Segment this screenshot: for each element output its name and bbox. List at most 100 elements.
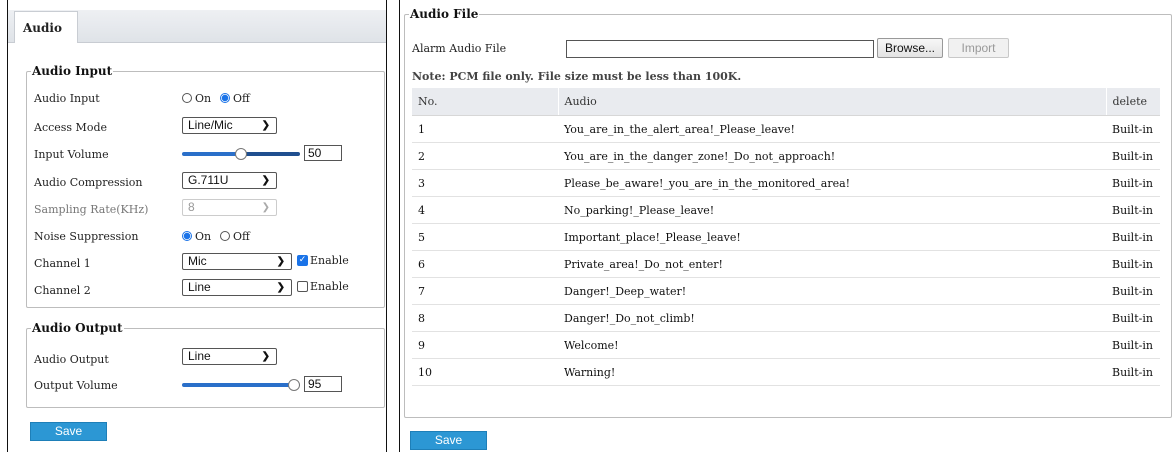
table-row[interactable]: 10 Warning! Built-in bbox=[412, 358, 1160, 386]
table-row[interactable]: 2 You_are_in_the_danger_zone!_Do_not_appr… bbox=[412, 142, 1160, 170]
input-volume-slider-thumb[interactable] bbox=[235, 148, 247, 160]
output-volume-slider-thumb[interactable] bbox=[288, 379, 301, 391]
noise-suppression-label: Noise Suppression bbox=[34, 230, 139, 243]
row-delete[interactable]: Built-in bbox=[1106, 304, 1160, 332]
audio-input-label: Audio Input bbox=[34, 92, 100, 105]
row-number: 10 bbox=[412, 358, 558, 386]
table-row[interactable]: 5 Important_place!_Please_leave! Built-in bbox=[412, 223, 1160, 251]
column-header-no: No. bbox=[412, 88, 558, 116]
row-delete[interactable]: Built-in bbox=[1106, 223, 1160, 251]
row-delete[interactable]: Built-in bbox=[1106, 358, 1160, 386]
access-mode-value: Line/Mic bbox=[188, 118, 233, 132]
channel1-value: Mic bbox=[188, 254, 207, 268]
save-button[interactable]: Save bbox=[410, 431, 487, 450]
row-number: 9 bbox=[412, 331, 558, 359]
browse-button[interactable]: Browse... bbox=[877, 38, 943, 58]
row-number: 2 bbox=[412, 142, 558, 170]
row-audio-name: Welcome! bbox=[558, 331, 1106, 359]
row-audio-name: Private_area!_Do_not_enter! bbox=[558, 250, 1106, 278]
channel2-enable-label: Enable bbox=[310, 280, 349, 293]
sampling-rate-select: 8 ❯ bbox=[182, 199, 277, 216]
chevron-down-icon: ❯ bbox=[261, 175, 270, 186]
row-number: 6 bbox=[412, 250, 558, 278]
table-row[interactable]: 3 Please_be_aware!_you_are_in_the_monitor… bbox=[412, 169, 1160, 197]
audio-output-select[interactable]: Line ❯ bbox=[182, 348, 277, 365]
row-audio-name: Danger!_Deep_water! bbox=[558, 277, 1106, 305]
channel1-select[interactable]: Mic ❯ bbox=[182, 253, 292, 270]
audio-file-table: No. Audio delete 1 You_are_in_the_alert_a… bbox=[412, 88, 1160, 386]
chevron-down-icon: ❯ bbox=[261, 202, 270, 213]
input-volume-label: Input Volume bbox=[34, 148, 109, 161]
row-number: 3 bbox=[412, 169, 558, 197]
channel2-value: Line bbox=[188, 280, 211, 294]
audio-compression-label: Audio Compression bbox=[34, 176, 143, 189]
table-row[interactable]: 7 Danger!_Deep_water! Built-in bbox=[412, 277, 1160, 305]
noise-suppression-on-radio[interactable] bbox=[182, 231, 192, 241]
row-audio-name: Warning! bbox=[558, 358, 1106, 386]
row-delete[interactable]: Built-in bbox=[1106, 331, 1160, 359]
table-row[interactable]: 6 Private_area!_Do_not_enter! Built-in bbox=[412, 250, 1160, 278]
row-delete[interactable]: Built-in bbox=[1106, 142, 1160, 170]
row-audio-name: No_parking!_Please_leave! bbox=[558, 196, 1106, 224]
audio-compression-select[interactable]: G.711U ❯ bbox=[182, 172, 277, 189]
column-header-audio: Audio bbox=[557, 88, 1106, 116]
access-mode-select[interactable]: Line/Mic ❯ bbox=[182, 117, 277, 134]
alarm-audio-file-input[interactable] bbox=[566, 40, 874, 58]
audio-output-legend: Audio Output bbox=[32, 321, 123, 335]
audio-input-on-radio[interactable] bbox=[182, 93, 192, 103]
output-volume-value[interactable]: 95 bbox=[304, 376, 342, 392]
file-format-note: Note: PCM file only. File size must be l… bbox=[412, 70, 742, 83]
channel1-enable-label: Enable bbox=[310, 254, 349, 267]
audio-output-value: Line bbox=[188, 349, 211, 363]
noise-suppression-off-label: Off bbox=[233, 230, 250, 243]
noise-suppression-on-label: On bbox=[195, 230, 212, 243]
audio-input-off-label: Off bbox=[233, 92, 250, 105]
row-delete[interactable]: Built-in bbox=[1106, 169, 1160, 197]
channel1-label: Channel 1 bbox=[34, 257, 91, 270]
sampling-rate-value: 8 bbox=[188, 200, 195, 214]
tab-audio[interactable]: Audio bbox=[14, 11, 78, 43]
audio-input-legend: Audio Input bbox=[32, 64, 113, 78]
column-header-delete: delete bbox=[1105, 88, 1160, 116]
output-volume-slider-track[interactable] bbox=[182, 383, 300, 387]
chevron-down-icon: ❯ bbox=[261, 351, 270, 362]
row-delete[interactable]: Built-in bbox=[1106, 250, 1160, 278]
row-number: 1 bbox=[412, 115, 558, 143]
channel2-label: Channel 2 bbox=[34, 284, 91, 297]
row-audio-name: Important_place!_Please_leave! bbox=[558, 223, 1106, 251]
access-mode-label: Access Mode bbox=[34, 121, 107, 134]
row-audio-name: You_are_in_the_alert_area!_Please_leave! bbox=[558, 115, 1106, 143]
audio-file-panel: Audio File Alarm Audio File Browse... Im… bbox=[399, 0, 1173, 452]
row-audio-name: Please_be_aware!_you_are_in_the_monitore… bbox=[558, 169, 1106, 197]
input-volume-value[interactable]: 50 bbox=[304, 145, 342, 161]
table-row[interactable]: 9 Welcome! Built-in bbox=[412, 331, 1160, 359]
output-volume-label: Output Volume bbox=[34, 379, 118, 392]
row-number: 5 bbox=[412, 223, 558, 251]
audio-file-legend: Audio File bbox=[410, 7, 479, 21]
chevron-down-icon: ❯ bbox=[276, 282, 285, 293]
row-number: 7 bbox=[412, 277, 558, 305]
row-number: 8 bbox=[412, 304, 558, 332]
table-row[interactable]: 8 Danger!_Do_not_climb! Built-in bbox=[412, 304, 1160, 332]
row-delete[interactable]: Built-in bbox=[1106, 277, 1160, 305]
channel2-select[interactable]: Line ❯ bbox=[182, 279, 292, 296]
noise-suppression-off-radio[interactable] bbox=[220, 231, 230, 241]
table-row[interactable]: 1 You_are_in_the_alert_area!_Please_leave… bbox=[412, 115, 1160, 143]
audio-settings-panel: Audio Audio Input Audio Input On Off Acc… bbox=[7, 0, 387, 452]
sampling-rate-label: Sampling Rate(KHz) bbox=[34, 203, 149, 216]
audio-input-off-radio[interactable] bbox=[220, 93, 230, 103]
channel2-enable-checkbox[interactable] bbox=[297, 281, 308, 292]
table-header-row: No. Audio delete bbox=[412, 88, 1160, 116]
save-button[interactable]: Save bbox=[30, 422, 107, 441]
chevron-down-icon: ❯ bbox=[276, 256, 285, 267]
import-button: Import bbox=[948, 38, 1009, 58]
channel1-enable-checkbox[interactable]: ✓ bbox=[297, 255, 308, 266]
row-number: 4 bbox=[412, 196, 558, 224]
row-delete[interactable]: Built-in bbox=[1106, 196, 1160, 224]
table-row[interactable]: 4 No_parking!_Please_leave! Built-in bbox=[412, 196, 1160, 224]
row-delete[interactable]: Built-in bbox=[1106, 115, 1160, 143]
row-audio-name: You_are_in_the_danger_zone!_Do_not_appro… bbox=[558, 142, 1106, 170]
row-audio-name: Danger!_Do_not_climb! bbox=[558, 304, 1106, 332]
audio-output-label: Audio Output bbox=[34, 353, 109, 366]
audio-input-on-label: On bbox=[195, 92, 212, 105]
